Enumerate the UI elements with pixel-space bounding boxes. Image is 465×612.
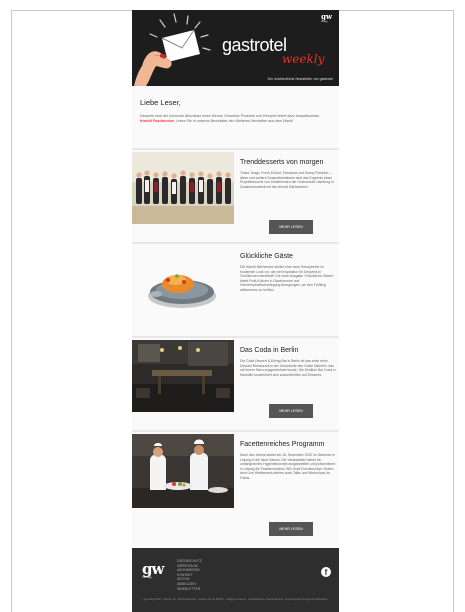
highlight-link[interactable]: frischli Foodservice	[140, 119, 174, 123]
article-text: Tonka-Tango, Fresh Erdnut, Panacota und …	[240, 171, 334, 189]
header-tagline: Der wöchentliche Newsletter von gastrote…	[267, 77, 333, 81]
article-title[interactable]: Glückliche Gäste	[240, 252, 336, 261]
read-more-button[interactable]: MEHR LESEN	[269, 522, 313, 536]
greeting: Liebe Leser,	[140, 98, 181, 107]
article-text: Noch des Jahres startet am 16. November …	[240, 453, 336, 480]
article-text: Die frischli Milchwerke stellen eine neu…	[240, 265, 334, 292]
article-content: Facettenreiches Programm Noch des Jahres…	[240, 440, 336, 481]
restaurant-interior-icon[interactable]	[132, 340, 234, 412]
footer-links: DATENSCHUTZ IMPRESSUM ABONNIEREN KONTAKT…	[177, 559, 202, 591]
read-more-button[interactable]: MEHR LESEN	[269, 220, 313, 234]
newsletter-header: gw verlag gastrotel weekly Der wöchentli…	[132, 10, 339, 86]
dessert-plate-icon[interactable]	[132, 246, 234, 318]
intro-text: Desserts sind der krönende Abschluss ein…	[140, 114, 320, 123]
article-content: Das Coda in Berlin Die Coda Dessert & Di…	[240, 346, 336, 377]
article-content: Glückliche Gäste Die frischli Milchwerke…	[240, 252, 336, 293]
article-card: Glückliche Gäste Die frischli Milchwerke…	[132, 242, 339, 336]
facebook-icon[interactable]: f	[321, 567, 331, 577]
article-title[interactable]: Trenddesserts von morgen	[240, 158, 336, 167]
envelope-icon	[161, 29, 200, 62]
newsletter: gw verlag gastrotel weekly Der wöchentli…	[132, 10, 339, 612]
newsletter-footer: gw verlag DATENSCHUTZ IMPRESSUM ABONNIER…	[132, 548, 339, 612]
article-title[interactable]: Das Coda in Berlin	[240, 346, 336, 355]
brand-subtitle: weekly	[282, 52, 325, 66]
read-more-button[interactable]: MEHR LESEN	[269, 404, 313, 418]
publisher-logo[interactable]: gw verlag	[321, 12, 332, 23]
footer-link-newsletter[interactable]: NEWSLETTER	[177, 587, 202, 592]
intro-section: Liebe Leser, Desserts sind der krönende …	[132, 86, 339, 148]
hand-icon	[134, 51, 172, 86]
footer-logo[interactable]: gw verlag	[142, 560, 164, 579]
brand-title: gastrotel	[222, 35, 287, 55]
article-card: Trenddesserts von morgen Tonka-Tango, Fr…	[132, 148, 339, 242]
article-content: Trenddesserts von morgen Tonka-Tango, Fr…	[240, 158, 336, 189]
article-card: Facettenreiches Programm Noch des Jahres…	[132, 430, 339, 550]
footer-legal: gw verlag GmbH · Florastr. 20 · 40217 Dü…	[143, 598, 328, 601]
chefs-cooking-icon[interactable]	[132, 434, 234, 508]
article-text: Die Coda Dessert & Dining Bar in Berlin …	[240, 359, 336, 377]
footer-link-privacy[interactable]: DATENSCHUTZ	[177, 559, 202, 564]
group-photo-icon[interactable]	[132, 152, 234, 224]
article-card: Das Coda in Berlin Die Coda Dessert & Di…	[132, 336, 339, 430]
article-title[interactable]: Facettenreiches Programm	[240, 440, 336, 449]
